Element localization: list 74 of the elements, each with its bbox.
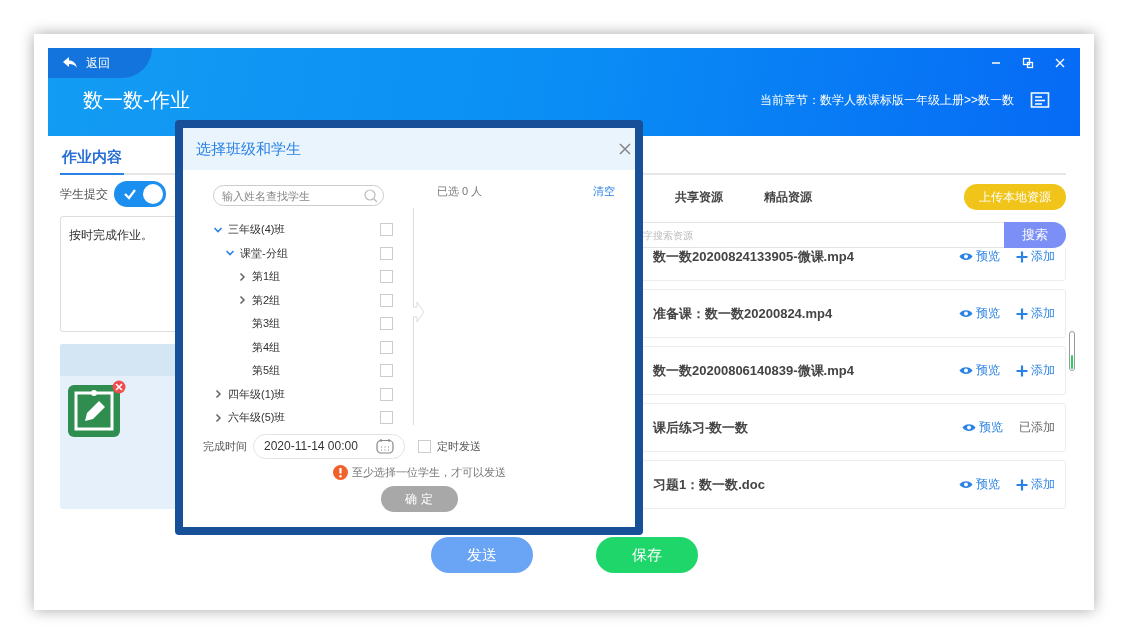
tree-item[interactable]: 六年级(5)班 <box>228 410 380 426</box>
plus-icon <box>1016 307 1028 320</box>
clear-link[interactable]: 清空 <box>593 184 615 199</box>
chevron-right-icon[interactable] <box>213 412 223 423</box>
close-icon[interactable] <box>619 143 631 155</box>
add-link[interactable]: 添加 <box>1016 248 1055 265</box>
eye-icon <box>959 309 973 318</box>
checkbox[interactable] <box>380 270 393 284</box>
dialog-title: 选择班级和学生 <box>196 139 301 159</box>
submit-label: 学生提交 <box>60 185 108 203</box>
plus-icon <box>1016 478 1028 491</box>
checkbox[interactable] <box>380 411 393 425</box>
resource-name: 准备课：数一数20200824.mp4 <box>653 304 834 323</box>
scheduled-send-label: 定时发送 <box>437 438 481 454</box>
plus-icon <box>1016 364 1028 377</box>
resource-name: 数一数20200824133905-微课.mp4 <box>653 248 855 266</box>
checkbox[interactable] <box>380 340 393 354</box>
preview-link[interactable]: 预览 <box>959 476 1000 493</box>
back-button[interactable]: 返回 <box>48 48 152 78</box>
search-button[interactable]: 搜索 <box>1004 222 1066 248</box>
tree-item[interactable]: 三年级(4)班 <box>228 222 380 238</box>
plus-icon <box>1016 250 1028 263</box>
checkbox[interactable] <box>380 246 393 260</box>
preview-link[interactable]: 预览 <box>959 305 1000 322</box>
tree-item[interactable]: 第4组 <box>252 339 380 355</box>
restore-icon[interactable] <box>1022 57 1034 69</box>
chapter-path: 当前章节：数学人教课标版一年级上册>>数一数 <box>760 91 1014 109</box>
due-time-label: 完成时间 <box>203 438 247 454</box>
student-search-field[interactable]: 输入姓名查找学生 <box>213 185 384 206</box>
send-button[interactable]: 发送 <box>430 537 533 573</box>
warning-icon <box>332 465 348 480</box>
tree-item[interactable]: 第1组 <box>252 269 380 285</box>
resource-name: 数一数20200806140839-微课.mp4 <box>653 361 855 380</box>
tree-item[interactable]: 课堂-分组 <box>240 245 380 261</box>
preview-link[interactable]: 预览 <box>959 248 1000 265</box>
tree-item[interactable]: 四年级(1)班 <box>228 386 380 402</box>
checkbox[interactable] <box>380 317 393 331</box>
page-title: 数一数-作业 <box>83 87 191 113</box>
eye-icon <box>959 480 973 489</box>
add-link[interactable]: 添加 <box>1016 305 1055 322</box>
content-tab[interactable]: 作业内容 <box>60 148 124 175</box>
preview-link[interactable]: 预览 <box>959 362 1000 379</box>
selected-count: 已选 0 人 <box>437 184 483 199</box>
chevron-right-icon[interactable] <box>213 389 223 400</box>
resource-name: 习题1：数一数.doc <box>653 475 766 494</box>
tree-item[interactable]: 第2组 <box>252 292 380 308</box>
chevron-right-icon[interactable] <box>237 295 247 306</box>
resource-tab[interactable]: 共享资源 <box>675 188 723 206</box>
search-icon <box>364 189 378 203</box>
chevron-right-icon[interactable] <box>237 271 247 282</box>
eye-icon <box>959 252 973 261</box>
add-link[interactable]: 添加 <box>1016 362 1055 379</box>
calendar-icon[interactable] <box>376 438 394 454</box>
resource-name: 课后练习-数一数 <box>653 418 750 437</box>
preview-link[interactable]: 预览 <box>962 419 1003 436</box>
resource-tab[interactable]: 精品资源 <box>764 188 812 206</box>
check-icon <box>123 188 137 200</box>
added-label: 已添加 <box>1019 419 1055 436</box>
checkbox[interactable] <box>380 364 393 378</box>
checkbox[interactable] <box>380 293 393 307</box>
back-arrow-icon <box>62 56 78 70</box>
document-edit-icon[interactable] <box>67 379 127 437</box>
warning-text: 至少选择一位学生，才可以发送 <box>351 465 506 480</box>
tree-item[interactable]: 第5组 <box>252 363 380 379</box>
scheduled-checkbox[interactable] <box>418 439 431 453</box>
checkbox[interactable] <box>380 387 393 401</box>
checkbox[interactable] <box>380 223 393 237</box>
add-link[interactable]: 添加 <box>1016 476 1055 493</box>
book-icon[interactable] <box>1030 91 1050 109</box>
scrollbar[interactable] <box>1069 331 1075 371</box>
eye-icon <box>959 366 973 375</box>
submit-toggle[interactable] <box>114 181 166 207</box>
tree-item[interactable]: 第3组 <box>252 316 380 332</box>
eye-icon <box>962 423 976 432</box>
